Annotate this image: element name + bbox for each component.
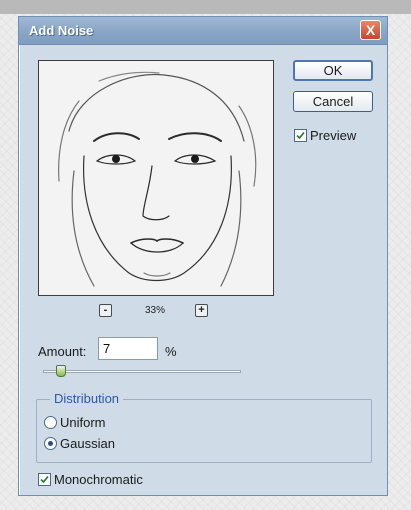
preview-window[interactable] [38,60,274,296]
zoom-in-icon: + [198,304,205,316]
distribution-group [36,399,372,463]
gaussian-radio-circle[interactable] [44,437,57,450]
gaussian-radio-label: Gaussian [60,436,115,451]
preview-checkbox[interactable]: Preview [294,128,356,143]
radio-selected-dot [48,441,53,446]
zoom-controls: - 33% + [99,304,219,320]
cancel-button[interactable]: Cancel [293,91,373,112]
zoom-out-icon: - [103,304,108,316]
title-bar[interactable]: Add Noise X [19,17,387,45]
uniform-radio-circle[interactable] [44,416,57,429]
dialog-title: Add Noise [29,23,94,38]
distribution-legend: Distribution [50,391,124,406]
uniform-radio[interactable]: Uniform [44,415,106,430]
monochromatic-checkbox-label: Monochromatic [54,472,143,487]
checkmark-icon [40,475,49,484]
slider-thumb-icon[interactable] [56,365,66,377]
close-icon: X [365,22,376,38]
checkmark-icon [296,131,305,140]
ok-button[interactable]: OK [293,60,373,81]
zoom-out-button[interactable]: - [99,304,112,317]
gaussian-radio[interactable]: Gaussian [44,436,115,451]
top-edge [0,0,411,14]
monochromatic-checkbox-box[interactable] [38,473,51,486]
preview-checkbox-label: Preview [310,128,357,143]
preview-checkbox-box[interactable] [294,129,307,142]
zoom-in-button[interactable]: + [195,304,208,317]
add-noise-dialog: Add Noise X - 33% + OK Cancel Preview Am… [18,16,388,496]
amount-label: Amount: [38,344,87,359]
close-button[interactable]: X [360,20,381,40]
amount-input[interactable] [98,337,158,360]
monochromatic-checkbox[interactable]: Monochromatic [38,472,143,487]
uniform-radio-label: Uniform [60,415,106,430]
amount-slider-track[interactable] [43,370,241,373]
face-sketch-image [39,61,273,295]
amount-unit: % [165,344,177,359]
zoom-level: 33% [145,305,166,316]
